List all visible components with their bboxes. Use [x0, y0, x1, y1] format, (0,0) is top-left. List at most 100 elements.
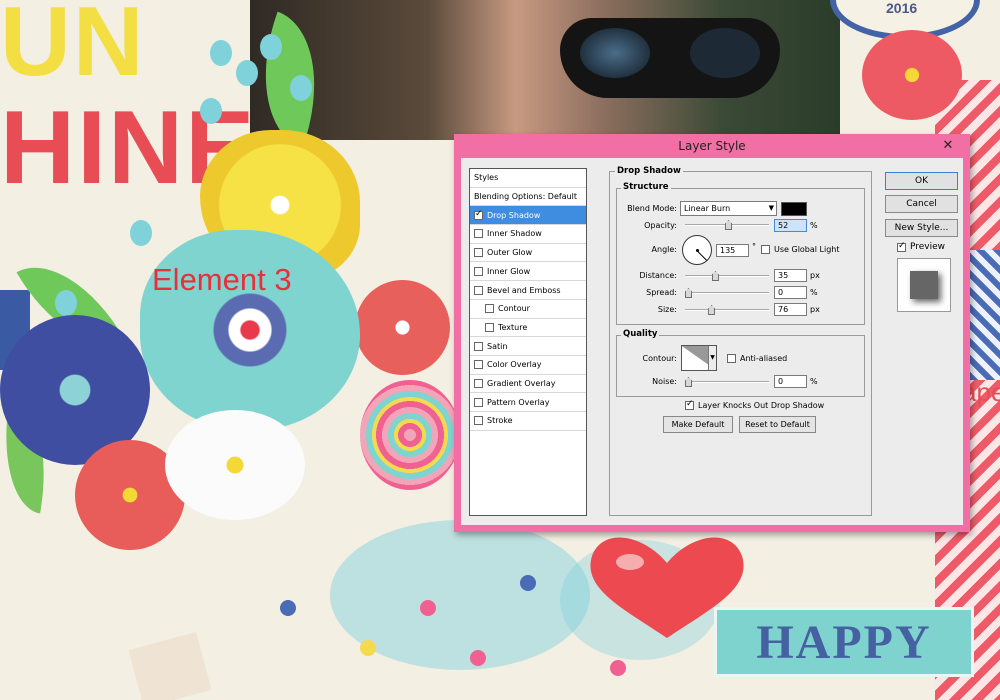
style-item-label: Contour — [498, 304, 530, 314]
preview-label: Preview — [910, 242, 946, 252]
style-preview — [897, 258, 951, 312]
checkbox-box[interactable] — [474, 360, 483, 370]
slider-track — [685, 309, 769, 311]
checkbox-box[interactable] — [474, 209, 483, 220]
style-item-label: Pattern Overlay — [487, 397, 550, 407]
slider-thumb[interactable] — [708, 305, 716, 315]
style-item-texture[interactable]: Texture — [470, 319, 586, 338]
chevron-down-icon: ▼ — [768, 204, 774, 212]
opacity-slider[interactable] — [685, 220, 769, 230]
angle-field[interactable]: 135 — [716, 244, 749, 257]
chevron-down-icon[interactable]: ▼ — [708, 346, 716, 370]
checkbox-box — [685, 399, 694, 410]
knockout-checkbox[interactable]: Layer Knocks Out Drop Shadow — [685, 399, 825, 410]
style-item-bevel-and-emboss[interactable]: Bevel and Emboss — [470, 281, 586, 300]
slider-thumb[interactable] — [685, 377, 692, 387]
preview-swatch — [910, 271, 938, 299]
confetti-dot — [610, 660, 626, 676]
berry — [236, 60, 258, 86]
blend-mode-select[interactable]: Linear Burn ▼ — [680, 201, 777, 216]
anti-aliased-checkbox[interactable]: Anti-aliased — [727, 354, 787, 363]
spread-slider[interactable] — [685, 288, 769, 298]
title-word-un: UN — [0, 0, 146, 96]
confetti-dot — [520, 575, 536, 591]
checkbox-box — [727, 354, 736, 363]
knockout-label: Layer Knocks Out Drop Shadow — [698, 401, 825, 410]
angle-dial[interactable] — [682, 235, 712, 265]
style-item-inner-shadow[interactable]: Inner Shadow — [470, 225, 586, 244]
checkbox-box[interactable] — [474, 341, 483, 351]
styles-header[interactable]: Styles — [470, 169, 586, 188]
noise-field[interactable]: 0 — [774, 375, 807, 388]
checkbox-box — [761, 245, 770, 254]
confetti-dot — [420, 600, 436, 616]
confetti-dot — [360, 640, 376, 656]
size-field[interactable]: 76 — [774, 303, 807, 316]
angle-unit: ° — [752, 242, 756, 251]
happy-label: HAPPY — [714, 607, 974, 677]
checkbox-box[interactable] — [474, 229, 483, 239]
checkbox-box[interactable] — [474, 397, 483, 407]
opacity-unit: % — [810, 221, 818, 230]
shadow-color-swatch[interactable] — [781, 202, 807, 216]
checkbox-box[interactable] — [474, 379, 483, 389]
distance-unit: px — [810, 271, 820, 280]
new-style-button[interactable]: New Style... — [885, 219, 958, 237]
close-button[interactable]: ✕ — [938, 138, 958, 154]
style-item-label: Outer Glow — [487, 248, 533, 258]
style-item-label: Gradient Overlay — [487, 379, 556, 389]
style-item-outer-glow[interactable]: Outer Glow — [470, 244, 586, 263]
checkbox-box[interactable] — [474, 416, 483, 426]
style-item-color-overlay[interactable]: Color Overlay — [470, 356, 586, 375]
structure-title: Structure — [621, 182, 671, 192]
style-item-gradient-overlay[interactable]: Gradient Overlay — [470, 375, 586, 394]
distance-field[interactable]: 35 — [774, 269, 807, 282]
opacity-label: Opacity: — [644, 221, 677, 230]
size-slider[interactable] — [685, 305, 769, 315]
style-item-inner-glow[interactable]: Inner Glow — [470, 263, 586, 282]
slider-thumb[interactable] — [685, 288, 692, 298]
slider-track — [685, 381, 769, 383]
checkbox-box[interactable] — [474, 248, 483, 258]
ok-button[interactable]: OK — [885, 172, 958, 190]
size-label: Size: — [657, 305, 677, 314]
angle-label: Angle: — [651, 245, 677, 254]
blending-options-item[interactable]: Blending Options: Default — [470, 188, 586, 207]
anti-aliased-label: Anti-aliased — [740, 354, 788, 363]
pink-flower — [862, 30, 962, 120]
checkbox-box[interactable] — [474, 266, 483, 276]
styles-list: Styles Blending Options: Default Drop Sh… — [469, 168, 587, 516]
cancel-button[interactable]: Cancel — [885, 195, 958, 213]
style-item-stroke[interactable]: Stroke — [470, 412, 586, 431]
style-item-pattern-overlay[interactable]: Pattern Overlay — [470, 393, 586, 413]
dialog-titlebar[interactable]: Layer Style ✕ — [454, 134, 970, 158]
opacity-field[interactable]: 52 — [774, 219, 807, 232]
style-item-drop-shadow[interactable]: Drop Shadow — [470, 206, 586, 226]
use-global-light-checkbox[interactable]: Use Global Light — [761, 245, 840, 254]
noise-slider[interactable] — [685, 377, 769, 387]
style-item-label: Inner Shadow — [487, 229, 542, 239]
style-item-contour[interactable]: Contour — [470, 300, 586, 319]
distance-label: Distance: — [639, 271, 677, 280]
size-unit: px — [810, 305, 820, 314]
white-flower — [165, 410, 305, 520]
slider-thumb[interactable] — [725, 220, 733, 230]
checkbox-box[interactable] — [474, 285, 483, 295]
style-item-label: Bevel and Emboss — [487, 285, 561, 295]
use-global-light-label: Use Global Light — [774, 245, 840, 254]
spread-field[interactable]: 0 — [774, 286, 807, 299]
checkbox-box[interactable] — [485, 304, 494, 314]
contour-picker[interactable]: ▼ — [681, 345, 717, 371]
contour-label: Contour: — [642, 354, 678, 363]
distance-slider[interactable] — [685, 271, 769, 281]
style-item-label: Stroke — [487, 416, 513, 426]
reset-to-default-button[interactable]: Reset to Default — [739, 416, 816, 433]
style-item-label: Color Overlay — [487, 360, 542, 370]
style-item-satin[interactable]: Satin — [470, 337, 586, 356]
dialog-title: Layer Style — [678, 139, 746, 153]
make-default-button[interactable]: Make Default — [663, 416, 733, 433]
checkbox-box[interactable] — [485, 322, 494, 332]
quality-title: Quality — [621, 329, 660, 339]
slider-thumb[interactable] — [711, 271, 719, 281]
preview-checkbox[interactable]: Preview — [897, 241, 946, 252]
